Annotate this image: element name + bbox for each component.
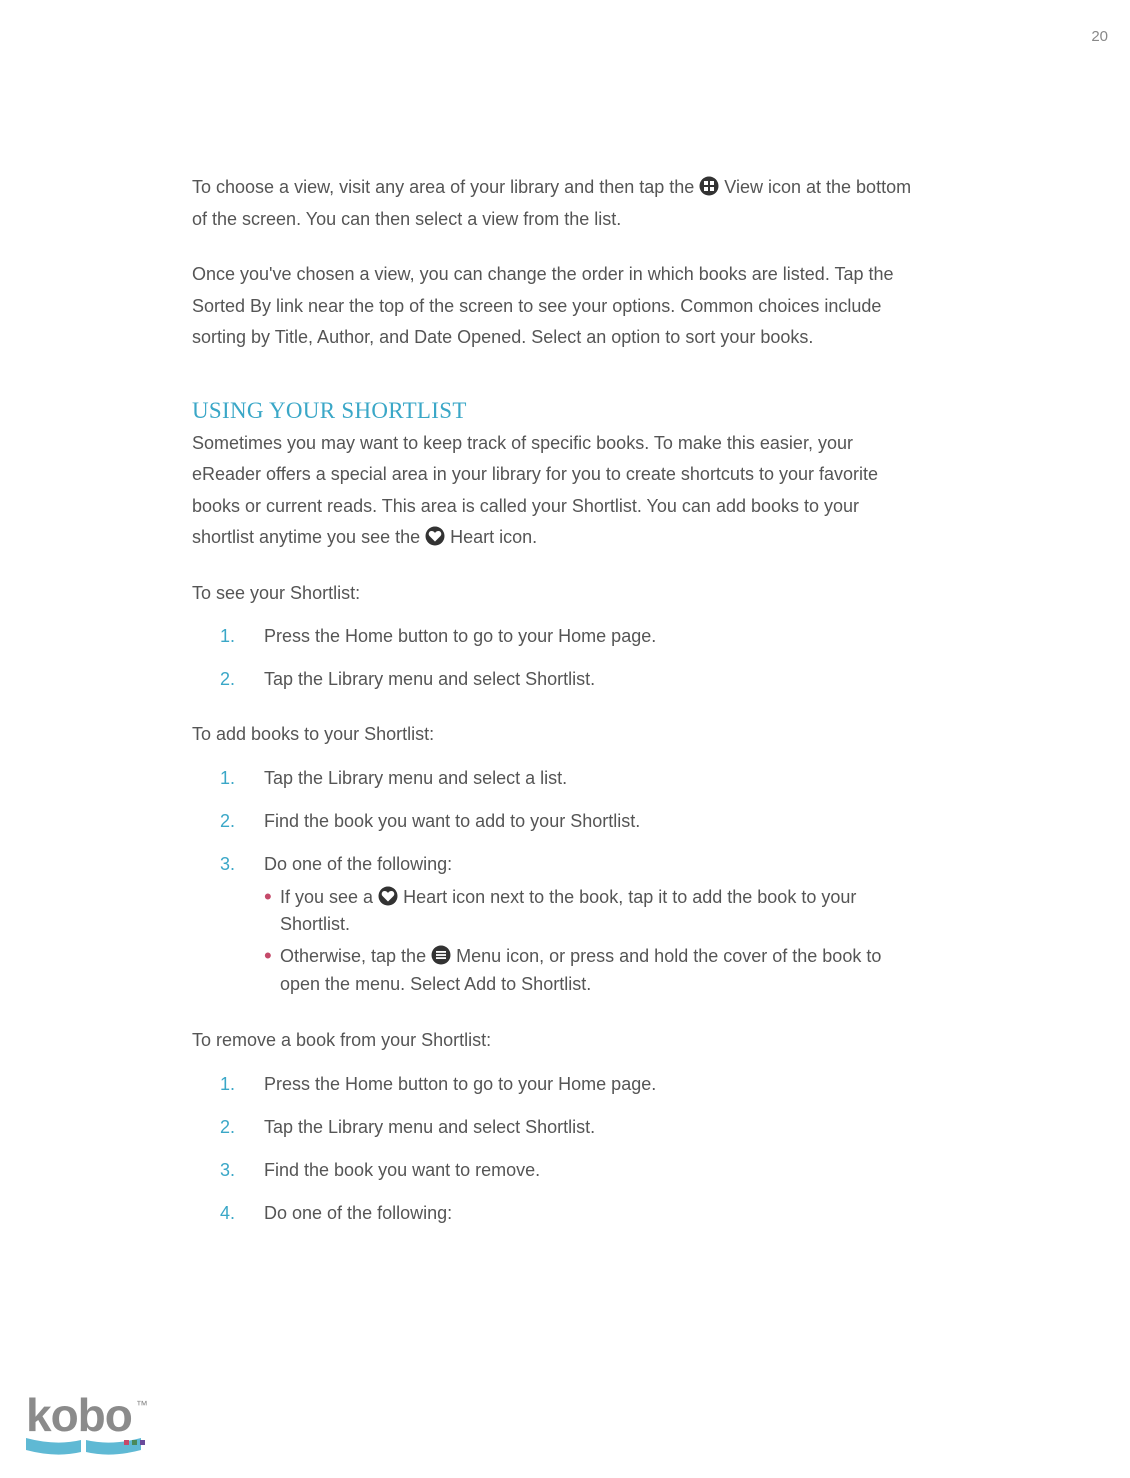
text: Otherwise, tap the (280, 946, 431, 966)
step-text: Press the Home button to go to your Home… (264, 1074, 656, 1094)
heart-icon (378, 886, 398, 906)
list-item: 3. Find the book you want to remove. (220, 1157, 912, 1184)
steps-add-shortlist: 1. Tap the Library menu and select a list… (192, 765, 912, 1000)
step-text: Do one of the following: (264, 854, 452, 874)
steps-remove-shortlist: 1. Press the Home button to go to your Ho… (192, 1071, 912, 1227)
step-number: 4. (220, 1200, 235, 1227)
list-item: 1. Press the Home button to go to your Ho… (220, 1071, 912, 1098)
heading-using-shortlist: USING YOUR SHORTLIST (192, 398, 912, 424)
menu-icon (431, 945, 451, 965)
heart-icon (425, 526, 445, 546)
intro-see-shortlist: To see your Shortlist: (192, 578, 912, 610)
step-text: Find the book you want to remove. (264, 1160, 540, 1180)
step-text: Press the Home button to go to your Home… (264, 626, 656, 646)
step-text: Find the book you want to add to your Sh… (264, 811, 640, 831)
list-item: 1. Tap the Library menu and select a list… (220, 765, 912, 792)
list-item: 1. Press the Home button to go to your Ho… (220, 623, 912, 650)
bullet-dot: • (264, 884, 272, 910)
bullet-item: •Otherwise, tap the Menu icon, or press … (264, 943, 912, 999)
logo-book-icon (26, 1438, 146, 1458)
list-item: 2. Tap the Library menu and select Shortl… (220, 666, 912, 693)
list-item: 4. Do one of the following: (220, 1200, 912, 1227)
step-text: Tap the Library menu and select Shortlis… (264, 1117, 595, 1137)
paragraph-choose-view: To choose a view, visit any area of your… (192, 172, 912, 235)
text: Heart icon. (445, 527, 537, 547)
sub-bullets: •If you see a Heart icon next to the boo… (264, 884, 912, 1000)
page-content: To choose a view, visit any area of your… (192, 172, 912, 1253)
bullet-dot: • (264, 943, 272, 969)
step-number: 1. (220, 765, 235, 792)
step-number: 1. (220, 1071, 235, 1098)
paragraph-sorted-by: Once you've chosen a view, you can chang… (192, 259, 912, 354)
step-number: 2. (220, 666, 235, 693)
list-item: 2. Find the book you want to add to your … (220, 808, 912, 835)
step-text: Tap the Library menu and select a list. (264, 768, 567, 788)
step-number: 2. (220, 1114, 235, 1141)
text: To choose a view, visit any area of your… (192, 177, 699, 197)
list-item: 3. Do one of the following: • If you see a… (220, 851, 912, 1000)
bullet-item: •If you see a Heart icon next to the boo… (264, 884, 912, 940)
intro-add-shortlist: To add books to your Shortlist: (192, 719, 912, 751)
step-text: Tap the Library menu and select Shortlis… (264, 669, 595, 689)
text: If you see a (280, 887, 378, 907)
grid-view-icon (699, 176, 719, 196)
logo-text: kobo (26, 1389, 132, 1441)
step-number: 3. (220, 1157, 235, 1184)
steps-see-shortlist: 1. Press the Home button to go to your Ho… (192, 623, 912, 693)
kobo-logo: kobo ™ (26, 1388, 146, 1458)
step-number: 3. (220, 851, 235, 878)
list-item: 2. Tap the Library menu and select Shortl… (220, 1114, 912, 1141)
page-number: 20 (1091, 28, 1108, 45)
intro-remove-shortlist: To remove a book from your Shortlist: (192, 1025, 912, 1057)
step-number: 1. (220, 623, 235, 650)
trademark-symbol: ™ (136, 1398, 148, 1412)
paragraph-shortlist-intro: Sometimes you may want to keep track of … (192, 428, 912, 554)
step-number: 2. (220, 808, 235, 835)
step-text: Do one of the following: (264, 1203, 452, 1223)
